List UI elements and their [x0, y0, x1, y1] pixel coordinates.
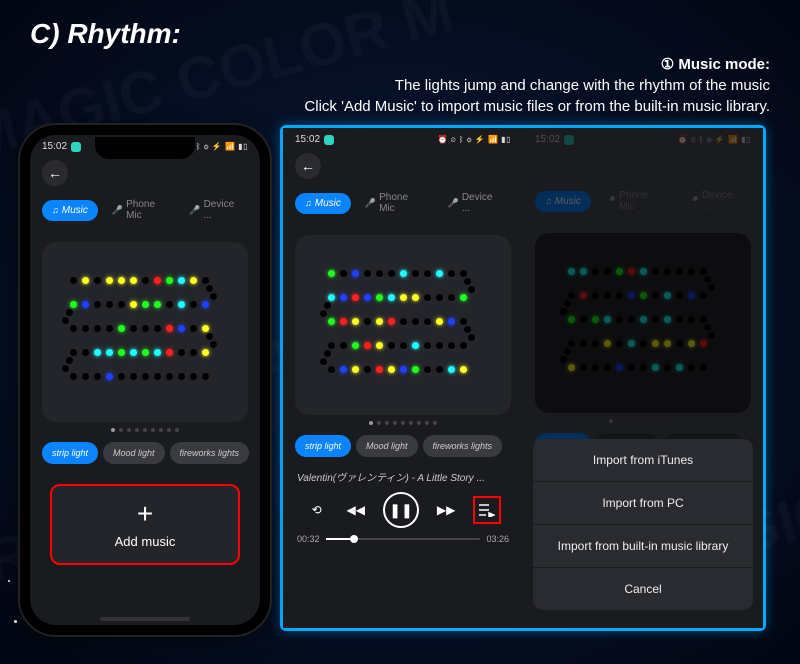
tab-phone-mic[interactable]: 🎤Phone Mic [102, 194, 175, 226]
mode-row: strip light Mood light fireworks lights [30, 438, 260, 468]
pill-mood-light[interactable]: Mood light [103, 442, 165, 464]
pill-mood-light[interactable]: Mood light [356, 435, 418, 457]
tab-music[interactable]: ♫Music [42, 200, 98, 221]
tab-phone-mic: 🎤Phone Mic [595, 185, 674, 217]
led-visualizer [535, 233, 751, 413]
music-icon: ♫ [305, 198, 312, 208]
mic-icon: 🎤 [189, 205, 200, 216]
desc-line-2: Click 'Add Music' to import music files … [30, 96, 770, 117]
back-button[interactable]: ← [295, 153, 321, 179]
mic-icon: 🎤 [365, 198, 376, 209]
import-cancel[interactable]: Cancel [533, 568, 753, 610]
tab-row: ♫Music 🎤Phone Mic 🎤Device ... [30, 192, 260, 236]
status-bar: 15:02 ⏰ ⊘ ᛒ ⚙ ⚡ 📶 ▮▯ [283, 128, 523, 147]
tab-device: 🎤Device ... [678, 185, 751, 217]
pill-fireworks-lights[interactable]: fireworks lights [170, 442, 250, 464]
queue-button[interactable] [473, 496, 501, 524]
phone-1: 15:02 ⏰ ⊘ ᛒ ⚙ ⚡ 📶 ▮▯ ← ♫Music 🎤Phone Mic… [20, 125, 270, 635]
shuffle-button[interactable]: ⟲ [305, 498, 329, 522]
plus-icon: + [137, 500, 153, 528]
phone-2: 15:02 ⏰ ⊘ ᛒ ⚙ ⚡ 📶 ▮▯ ← ♫Music 🎤Phone Mic… [283, 128, 523, 628]
playlist-icon [479, 503, 495, 517]
pill-fireworks-lights[interactable]: fireworks lights [423, 435, 503, 457]
prev-button[interactable]: ◀◀ [344, 498, 368, 522]
status-icons: ⏰ ⊘ ᛒ ⚙ ⚡ 📶 ▮▯ [438, 135, 511, 144]
tab-music: ♫Music [535, 191, 591, 212]
now-playing: Valentin(ヴァレンティン) - A Little Story ... ⟲… [297, 469, 509, 544]
mic-icon: 🎤 [112, 205, 123, 216]
import-itunes[interactable]: Import from iTunes [533, 439, 753, 482]
tab-device[interactable]: 🎤Device ... [179, 194, 248, 226]
mode-row: strip light Mood light fireworks lights [283, 431, 523, 461]
mic-icon: 🎤 [448, 198, 459, 209]
phone-3: 15:02 ⏰ ⊘ ᛒ ⚙ ⚡ 📶 ▮▯ ♫Music 🎤Phone Mic 🎤… [523, 128, 763, 628]
pill-strip-light[interactable]: strip light [42, 442, 98, 464]
track-title: Valentin(ヴァレンティン) - A Little Story ... [297, 469, 509, 484]
led-visualizer [295, 235, 511, 415]
tab-device[interactable]: 🎤Device ... [438, 187, 511, 219]
tab-phone-mic[interactable]: 🎤Phone Mic [355, 187, 434, 219]
pause-button[interactable]: ❚❚ [383, 492, 419, 528]
pill-strip-light[interactable]: strip light [295, 435, 351, 457]
import-builtin[interactable]: Import from built-in music library [533, 525, 753, 568]
add-music-button[interactable]: + Add music [50, 484, 240, 565]
page-indicator [30, 428, 260, 432]
back-button[interactable]: ← [42, 160, 68, 186]
next-button[interactable]: ▶▶ [434, 498, 458, 522]
header: C) Rhythm: ① Music mode: The lights jump… [0, 0, 800, 125]
import-menu: Import from iTunes Import from PC Import… [533, 439, 753, 610]
status-icons: ⏰ ⊘ ᛒ ⚙ ⚡ 📶 ▮▯ [678, 135, 751, 144]
import-pc[interactable]: Import from PC [533, 482, 753, 525]
tab-music[interactable]: ♫Music [295, 193, 351, 214]
time-elapsed: 00:32 [297, 534, 320, 544]
status-time: 15:02 [42, 141, 67, 152]
desc-line-1: The lights jump and change with the rhyt… [30, 75, 770, 96]
mode-title: ① Music mode: [30, 54, 770, 75]
status-bar: 15:02 ⏰ ⊘ ᛒ ⚙ ⚡ 📶 ▮▯ [30, 135, 260, 154]
status-time: 15:02 [535, 134, 560, 145]
time-total: 03:26 [486, 534, 509, 544]
tab-row: ♫Music 🎤Phone Mic 🎤Device ... [283, 185, 523, 229]
led-visualizer [42, 242, 248, 422]
page-indicator [283, 421, 523, 425]
tab-row: ♫Music 🎤Phone Mic 🎤Device ... [523, 183, 763, 227]
progress-slider[interactable] [326, 538, 481, 540]
add-music-label: Add music [115, 534, 176, 549]
status-bar: 15:02 ⏰ ⊘ ᛒ ⚙ ⚡ 📶 ▮▯ [523, 128, 763, 147]
status-time: 15:02 [295, 134, 320, 145]
music-icon: ♫ [52, 205, 59, 215]
status-icons: ⏰ ⊘ ᛒ ⚙ ⚡ 📶 ▮▯ [175, 142, 248, 151]
section-title: C) Rhythm: [30, 18, 770, 50]
